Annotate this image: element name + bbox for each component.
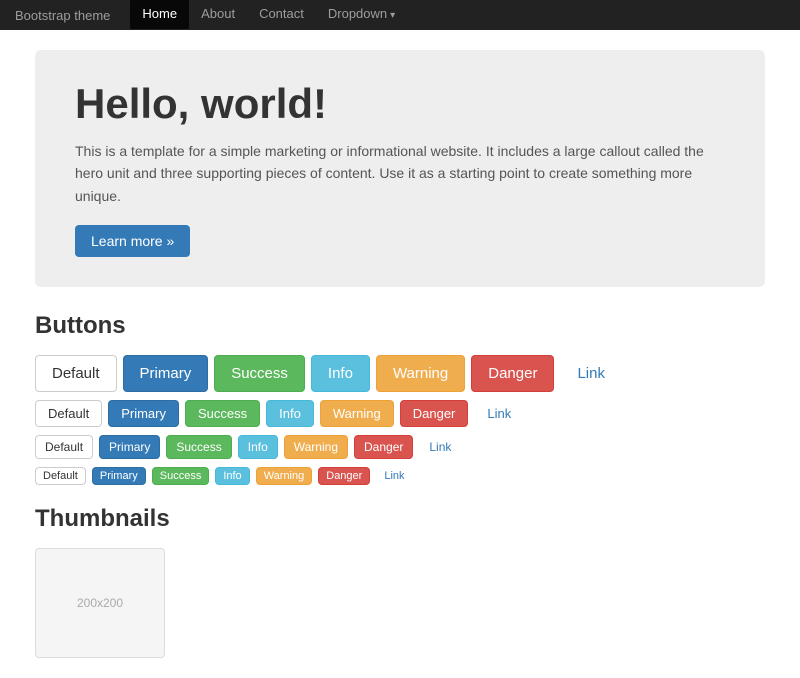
btn-danger-lg[interactable]: Danger [471, 355, 554, 392]
navbar-nav: Home About Contact Dropdown▾ [130, 0, 407, 31]
hero-description: This is a template for a simple marketin… [75, 140, 725, 207]
thumbnails-section: Thumbnails 200x200 [35, 505, 765, 658]
btn-default-lg[interactable]: Default [35, 355, 117, 392]
button-row-large: Default Primary Success Info Warning Dan… [35, 355, 765, 392]
thumbnail-label: 200x200 [77, 596, 123, 610]
btn-warning-sm[interactable]: Warning [284, 435, 348, 459]
btn-link-xs[interactable]: Link [376, 467, 412, 485]
nav-item-about: About [189, 0, 247, 31]
btn-info-sm[interactable]: Info [238, 435, 278, 459]
btn-primary-sm[interactable]: Primary [99, 435, 160, 459]
main-container: Hello, world! This is a template for a s… [20, 30, 780, 678]
nav-item-home: Home [130, 0, 189, 31]
hero-title: Hello, world! [75, 80, 725, 128]
btn-default-xs[interactable]: Default [35, 467, 86, 485]
button-row-medium: Default Primary Success Info Warning Dan… [35, 400, 765, 427]
chevron-down-icon: ▾ [390, 10, 395, 21]
nav-link-dropdown[interactable]: Dropdown▾ [316, 0, 407, 31]
btn-link-lg[interactable]: Link [560, 355, 622, 392]
btn-primary-lg[interactable]: Primary [123, 355, 209, 392]
learn-more-button[interactable]: Learn more » [75, 225, 190, 257]
btn-success-md[interactable]: Success [185, 400, 260, 427]
btn-info-xs[interactable]: Info [215, 467, 249, 485]
thumbnails-section-title: Thumbnails [35, 505, 765, 533]
btn-default-md[interactable]: Default [35, 400, 102, 427]
btn-danger-sm[interactable]: Danger [354, 435, 413, 459]
btn-warning-md[interactable]: Warning [320, 400, 394, 427]
nav-link-home[interactable]: Home [130, 0, 189, 29]
navbar: Bootstrap theme Home About Contact Dropd… [0, 0, 800, 30]
btn-warning-xs[interactable]: Warning [256, 467, 313, 485]
navbar-brand[interactable]: Bootstrap theme [15, 8, 110, 23]
button-row-small: Default Primary Success Info Warning Dan… [35, 435, 765, 459]
jumbotron: Hello, world! This is a template for a s… [35, 50, 765, 287]
btn-danger-xs[interactable]: Danger [318, 467, 370, 485]
btn-info-lg[interactable]: Info [311, 355, 370, 392]
button-row-xsmall: Default Primary Success Info Warning Dan… [35, 467, 765, 485]
buttons-section: Buttons Default Primary Success Info War… [35, 312, 765, 485]
btn-default-sm[interactable]: Default [35, 435, 93, 459]
btn-link-sm[interactable]: Link [419, 435, 461, 459]
btn-primary-md[interactable]: Primary [108, 400, 179, 427]
nav-item-dropdown: Dropdown▾ [316, 0, 407, 31]
btn-success-xs[interactable]: Success [152, 467, 210, 485]
nav-link-about[interactable]: About [189, 0, 247, 29]
buttons-section-title: Buttons [35, 312, 765, 340]
btn-success-lg[interactable]: Success [214, 355, 305, 392]
thumbnail-item[interactable]: 200x200 [35, 548, 165, 658]
btn-success-sm[interactable]: Success [166, 435, 231, 459]
nav-item-contact: Contact [247, 0, 316, 31]
nav-link-contact[interactable]: Contact [247, 0, 316, 29]
btn-warning-lg[interactable]: Warning [376, 355, 465, 392]
btn-danger-md[interactable]: Danger [400, 400, 469, 427]
btn-info-md[interactable]: Info [266, 400, 314, 427]
btn-primary-xs[interactable]: Primary [92, 467, 146, 485]
btn-link-md[interactable]: Link [474, 400, 524, 427]
